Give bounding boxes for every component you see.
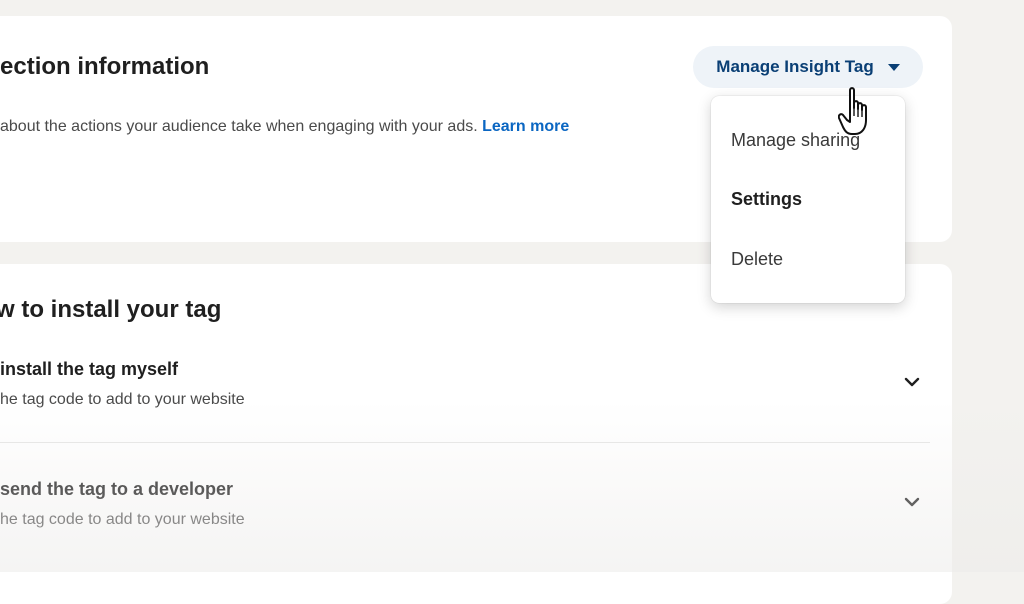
manage-insight-tag-button[interactable]: Manage Insight Tag [693, 46, 923, 88]
option-subtitle: he tag code to add to your website [0, 511, 245, 528]
connection-info-description: about the actions your audience take whe… [0, 118, 569, 136]
chevron-down-icon[interactable] [904, 496, 920, 508]
option-title: send the tag to a developer [0, 479, 234, 499]
caret-down-icon [887, 63, 900, 71]
hand-pointer-icon [838, 87, 867, 135]
option-subtitle: he tag code to add to your website [0, 391, 245, 408]
install-option-developer[interactable]: send the tag to a developer he tag code … [0, 476, 930, 562]
menu-item-delete[interactable]: Delete [731, 249, 783, 270]
chevron-down-icon[interactable] [904, 376, 920, 388]
description-text: about the actions your audience take whe… [0, 118, 478, 135]
install-option-myself[interactable]: install the tag myself he tag code to ad… [0, 356, 930, 443]
install-tag-title: w to install your tag [0, 296, 222, 323]
connection-info-title: ection information [0, 53, 210, 80]
option-title: install the tag myself [0, 359, 179, 379]
menu-item-settings[interactable]: Settings [731, 189, 802, 210]
manage-insight-tag-label: Manage Insight Tag [716, 57, 874, 76]
learn-more-link[interactable]: Learn more [482, 118, 569, 135]
